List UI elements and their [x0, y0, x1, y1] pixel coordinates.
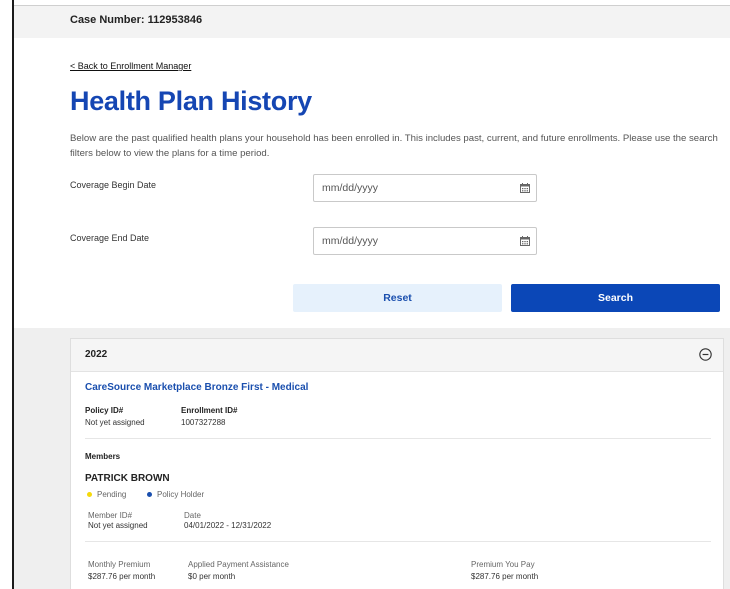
- case-number-bar: Case Number: 112953846: [14, 6, 730, 38]
- enrollment-id-value: 1007327288: [181, 418, 226, 427]
- plan-year: 2022: [85, 349, 108, 360]
- members-label: Members: [85, 452, 121, 461]
- member-date-value: 04/01/2022 - 12/31/2022: [184, 521, 272, 530]
- plan-card-2022: 2022 CareSource Marketplace Bronze First…: [70, 338, 724, 589]
- page-description: Below are the past qualified health plan…: [70, 133, 718, 159]
- minus-circle-icon[interactable]: [699, 348, 712, 361]
- coverage-begin-date-input[interactable]: [322, 175, 502, 201]
- case-number: Case Number: 112953846: [70, 14, 203, 26]
- policy-id-label: Policy ID#: [85, 406, 124, 415]
- window-left-edge: [0, 0, 14, 589]
- enrollment-id-label: Enrollment ID#: [181, 406, 238, 415]
- member-role-policy-holder: Policy Holder: [157, 490, 205, 499]
- member-id-label: Member ID#: [88, 511, 133, 520]
- premium-you-pay-value: $287.76 per month: [471, 572, 539, 581]
- applied-payment-assistance-label: Applied Payment Assistance: [188, 560, 289, 569]
- member-name: PATRICK BROWN: [85, 473, 170, 484]
- coverage-begin-date-field[interactable]: [313, 174, 537, 202]
- monthly-premium-value: $287.76 per month: [88, 572, 156, 581]
- pending-status-dot: [87, 492, 92, 497]
- policy-holder-dot: [147, 492, 152, 497]
- policy-id-value: Not yet assigned: [85, 418, 145, 427]
- back-to-enrollment-manager-link[interactable]: < Back to Enrollment Manager: [70, 61, 191, 71]
- reset-button[interactable]: Reset: [293, 284, 502, 312]
- coverage-begin-date-label: Coverage Begin Date: [70, 180, 157, 190]
- search-button[interactable]: Search: [511, 284, 720, 312]
- plan-name: CareSource Marketplace Bronze First - Me…: [85, 382, 309, 393]
- coverage-end-date-label: Coverage End Date: [70, 233, 150, 243]
- coverage-end-date-input[interactable]: [322, 228, 502, 254]
- member-id-value: Not yet assigned: [88, 521, 148, 530]
- card-divider: [85, 541, 711, 542]
- member-status-pending: Pending: [97, 490, 127, 499]
- premium-you-pay-label: Premium You Pay: [471, 560, 535, 569]
- calendar-icon[interactable]: [520, 183, 530, 193]
- page-title: Health Plan History: [70, 86, 312, 116]
- monthly-premium-label: Monthly Premium: [88, 560, 151, 569]
- coverage-end-date-field[interactable]: [313, 227, 537, 255]
- member-date-label: Date: [184, 511, 201, 520]
- plan-card-header[interactable]: 2022: [71, 339, 723, 372]
- card-divider: [85, 438, 711, 439]
- applied-payment-assistance-value: $0 per month: [188, 572, 236, 581]
- calendar-icon[interactable]: [520, 236, 530, 246]
